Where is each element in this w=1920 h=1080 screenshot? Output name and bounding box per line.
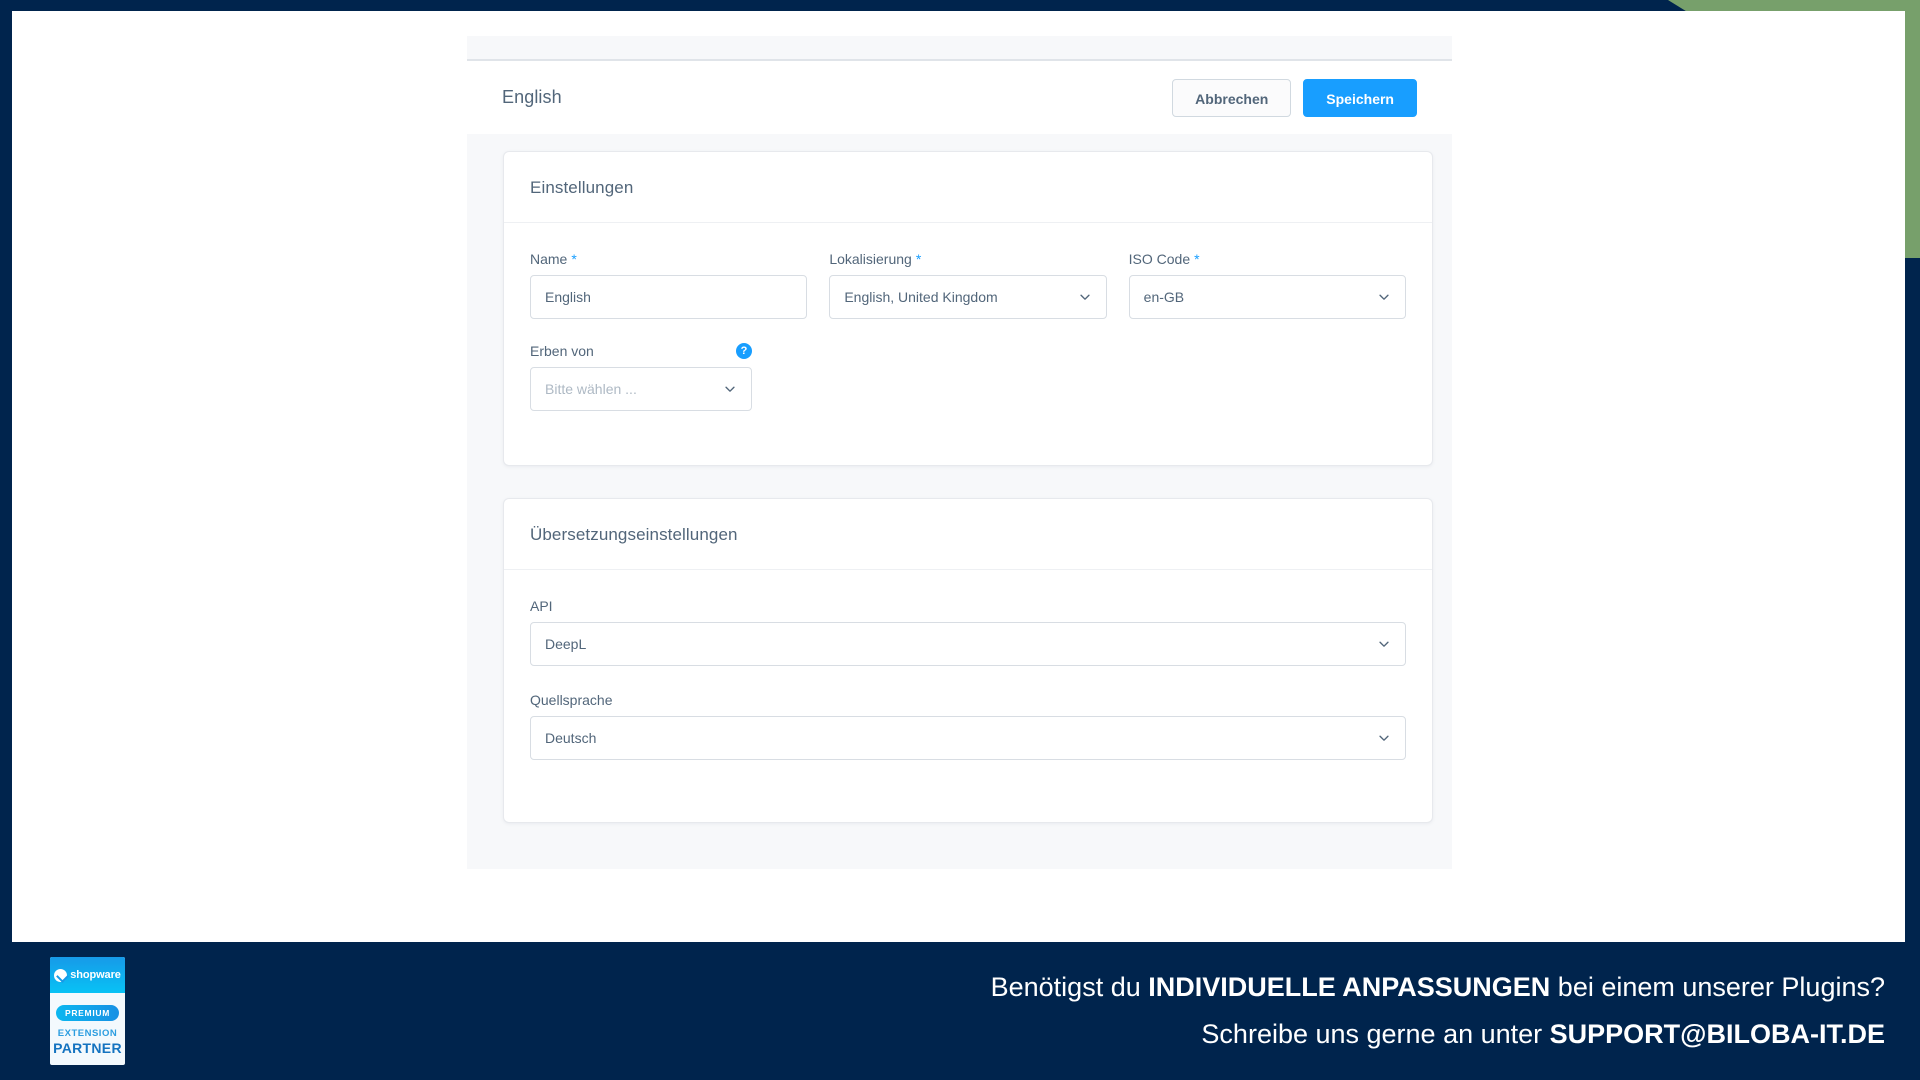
translation-card-body: API DeepL Quellsprache Deutsch	[504, 570, 1432, 786]
page-title: English	[502, 87, 562, 107]
source-language-select[interactable]: Deutsch	[530, 716, 1406, 760]
inherit-from-select[interactable]: Bitte wählen ...	[530, 367, 752, 411]
api-select-value: DeepL	[545, 636, 587, 652]
page-canvas: English Abbrechen Speichern Einstellunge…	[12, 11, 1905, 942]
settings-card-body: Name * English Lokalisierung * English, …	[504, 223, 1432, 437]
localization-label-text: Lokalisierung	[829, 251, 912, 267]
promo-line-1: Benötigst du INDIVIDUELLE ANPASSUNGEN be…	[991, 964, 1885, 1011]
name-input-value: English	[545, 289, 591, 305]
badge-extension-text: EXTENSION	[57, 1028, 118, 1039]
cancel-button[interactable]: Abbrechen	[1172, 78, 1292, 117]
chevron-down-icon	[1379, 641, 1389, 647]
window-frame: English Abbrechen Speichern Einstellunge…	[0, 0, 1920, 1080]
promo-line-2-bold: SUPPORT@BILOBA-IT.DE	[1549, 1019, 1885, 1050]
field-group-api: API DeepL	[530, 598, 1406, 666]
badge-brand-strip: shopware	[50, 957, 125, 993]
settings-field-row-1: Name * English Lokalisierung * English, …	[530, 251, 1406, 319]
badge-brand-text: shopware	[70, 969, 121, 981]
iso-code-label: ISO Code *	[1129, 251, 1406, 267]
settings-card-title: Einstellungen	[504, 152, 1432, 223]
source-language-label: Quellsprache	[530, 692, 1406, 708]
name-label: Name *	[530, 251, 807, 267]
field-group-iso-code: ISO Code * en-GB	[1128, 251, 1406, 319]
required-marker: *	[1194, 251, 1200, 267]
iso-code-label-text: ISO Code	[1128, 251, 1191, 267]
chevron-down-icon	[1379, 294, 1389, 300]
chevron-down-icon	[1379, 735, 1389, 741]
required-marker: *	[915, 251, 922, 267]
badge-partner-text: PARTNER	[53, 1040, 122, 1056]
field-group-localization: Lokalisierung * English, United Kingdom	[829, 251, 1107, 319]
shopware-premium-partner-badge: shopware PREMIUM EXTENSION PARTNER	[50, 957, 125, 1065]
localization-label: Lokalisierung *	[829, 251, 1106, 267]
promo-footer-text: Benötigst du INDIVIDUELLE ANPASSUNGEN be…	[991, 964, 1885, 1059]
iso-code-select[interactable]: en-GB	[1128, 275, 1406, 319]
api-select[interactable]: DeepL	[530, 622, 1406, 666]
help-circle-icon[interactable]: ?	[736, 343, 752, 359]
name-label-text: Name	[530, 251, 568, 267]
save-button[interactable]: Speichern	[1303, 78, 1417, 117]
shopware-logo-icon	[54, 968, 68, 982]
promo-line-1-post: bei einem unserer Plugins?	[1550, 972, 1885, 1002]
smart-bar: English Abbrechen Speichern	[467, 59, 1452, 134]
field-group-name: Name * English	[530, 251, 808, 319]
name-input[interactable]: English	[530, 275, 808, 319]
localization-select[interactable]: English, United Kingdom	[829, 275, 1107, 319]
translation-settings-card: Übersetzungseinstellungen API DeepL Quel…	[503, 498, 1433, 823]
localization-select-value: English, United Kingdom	[844, 289, 998, 305]
source-language-label-text: Quellsprache	[530, 692, 613, 708]
settings-card: Einstellungen Name * English Lokalisieru…	[503, 151, 1433, 466]
required-marker: *	[571, 251, 577, 267]
badge-body: PREMIUM EXTENSION PARTNER	[50, 993, 125, 1065]
smart-bar-actions: Abbrechen Speichern	[1172, 78, 1417, 117]
settings-field-row-2: Erben von ? Bitte wählen ...	[530, 343, 1406, 411]
promo-line-1-pre: Benötigst du	[990, 972, 1149, 1002]
promo-line-2-pre: Schreibe uns gerne an unter	[1201, 1019, 1550, 1050]
iso-code-select-value: en-GB	[1143, 289, 1185, 305]
inherit-from-placeholder: Bitte wählen ...	[545, 381, 637, 397]
chevron-down-icon	[725, 386, 735, 392]
field-group-source-language: Quellsprache Deutsch	[530, 692, 1406, 760]
inherit-from-label: Erben von ?	[530, 343, 752, 359]
chevron-down-icon	[1080, 294, 1090, 300]
promo-footer-banner: shopware PREMIUM EXTENSION PARTNER Benöt…	[0, 942, 1920, 1080]
api-label: API	[530, 598, 1406, 614]
source-language-select-value: Deutsch	[545, 730, 597, 746]
badge-premium-pill: PREMIUM	[55, 1005, 120, 1021]
translation-card-title: Übersetzungseinstellungen	[504, 499, 1432, 570]
promo-line-1-bold: INDIVIDUELLE ANPASSUNGEN	[1148, 972, 1551, 1002]
field-group-inherit-from: Erben von ? Bitte wählen ...	[530, 343, 752, 411]
promo-line-2: Schreibe uns gerne an unter SUPPORT@BILO…	[991, 1011, 1885, 1058]
inherit-from-label-text: Erben von	[530, 343, 594, 359]
api-label-text: API	[530, 598, 553, 614]
